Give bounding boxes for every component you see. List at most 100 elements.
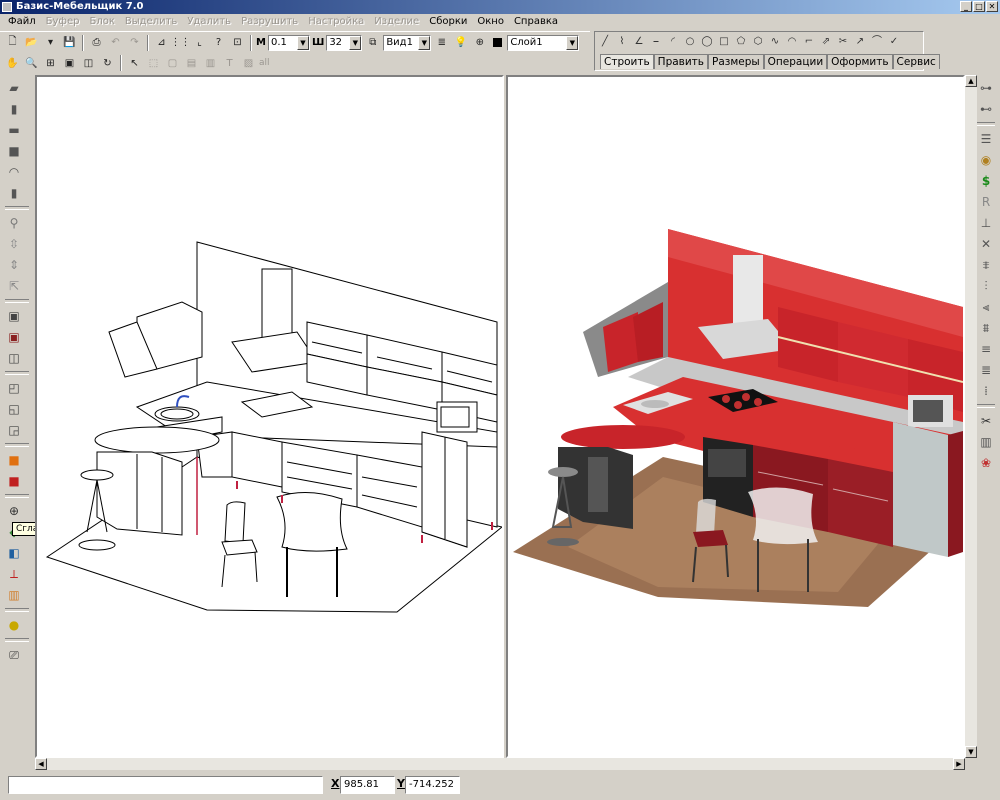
snap-icon[interactable]: ⊿: [153, 34, 170, 51]
box-icon[interactable]: ◫: [4, 348, 24, 368]
menu-product[interactable]: Изделие: [369, 14, 424, 30]
menu-window[interactable]: Окно: [472, 14, 509, 30]
screw-icon[interactable]: ⚲: [4, 213, 24, 233]
tree-icon[interactable]: ⊷: [976, 99, 996, 119]
box-icon[interactable]: ◰: [4, 378, 24, 398]
horizontal-line-icon[interactable]: ⎯: [648, 34, 664, 50]
redraw-icon[interactable]: ↻: [99, 55, 116, 72]
redo-icon[interactable]: ↷: [126, 34, 143, 51]
menu-file[interactable]: Файл: [3, 14, 41, 30]
menu-buffer[interactable]: Буфер: [41, 14, 85, 30]
r-icon[interactable]: R: [976, 192, 996, 212]
layer-color-swatch[interactable]: [493, 38, 503, 47]
hexagon-icon[interactable]: ⬡: [750, 34, 766, 50]
cabinet-icon[interactable]: ▥: [976, 432, 996, 452]
dollar-icon[interactable]: $: [976, 171, 996, 191]
scroll-left-icon[interactable]: ◀: [35, 758, 47, 770]
extend-icon[interactable]: ↗: [852, 34, 868, 50]
vertical-scrollbar[interactable]: ▲ ▼: [965, 75, 977, 758]
box-icon[interactable]: ▣: [4, 327, 24, 347]
help-icon[interactable]: ?: [210, 34, 227, 51]
menu-help[interactable]: Справка: [509, 14, 563, 30]
view-combo[interactable]: Вид1 ▼: [383, 34, 432, 51]
select-type-icon[interactable]: ▥: [202, 55, 219, 72]
texture-icon[interactable]: ▥: [4, 585, 24, 605]
chevron-down-icon[interactable]: ▼: [349, 35, 362, 50]
tab-operations[interactable]: Операции: [763, 54, 828, 69]
curve-icon[interactable]: ∿: [767, 34, 783, 50]
check-icon[interactable]: ✓: [886, 34, 902, 50]
palette-icon[interactable]: ❀: [976, 453, 996, 473]
coins-icon[interactable]: ◉: [976, 150, 996, 170]
align-icon[interactable]: ⇕: [4, 255, 24, 275]
lamp-icon[interactable]: 💡: [452, 34, 469, 51]
hatch-icon[interactable]: ▨: [240, 55, 257, 72]
pattern-icon[interactable]: ⫷: [976, 297, 996, 317]
open-file-icon[interactable]: 📂: [23, 34, 40, 51]
close-button[interactable]: ✕: [986, 1, 998, 12]
select-all-text[interactable]: all: [259, 55, 270, 72]
undo-icon[interactable]: ↶: [107, 34, 124, 51]
box-icon[interactable]: ▣: [4, 306, 24, 326]
layer-combo[interactable]: Слой1 ▼: [507, 34, 580, 51]
circle-icon[interactable]: ○: [682, 34, 698, 50]
fillet-icon[interactable]: ◠: [784, 34, 800, 50]
panel-icon[interactable]: ▬: [4, 120, 24, 140]
view-icon[interactable]: ⧉: [364, 34, 381, 51]
tree-icon[interactable]: ⊶: [976, 78, 996, 98]
select-all-icon[interactable]: ▢: [164, 55, 181, 72]
minimize-button[interactable]: _: [960, 1, 972, 12]
pan-icon[interactable]: ✋: [4, 55, 21, 72]
ellipse-icon[interactable]: ◯: [699, 34, 715, 50]
select-window-icon[interactable]: ⬚: [145, 55, 162, 72]
m-value-combo[interactable]: 0.1 ▼: [267, 34, 310, 51]
box-icon[interactable]: ◲: [4, 420, 24, 440]
panel-icon[interactable]: ▰: [4, 78, 24, 98]
menu-block[interactable]: Блок: [84, 14, 119, 30]
wireframe-viewport[interactable]: [35, 75, 504, 758]
save-icon[interactable]: 💾: [61, 34, 78, 51]
tab-format[interactable]: Оформить: [827, 54, 893, 69]
maximize-button[interactable]: □: [973, 1, 985, 12]
select-arrow-icon[interactable]: ↖: [126, 55, 143, 72]
pattern-icon[interactable]: ⁞: [976, 381, 996, 401]
polygon-icon[interactable]: ⬠: [733, 34, 749, 50]
axis-icon[interactable]: ⟂: [4, 564, 24, 584]
w-value-combo[interactable]: 32 ▼: [326, 34, 363, 51]
zoom-all-icon[interactable]: ▣: [61, 55, 78, 72]
tab-dimensions[interactable]: Размеры: [707, 54, 764, 69]
tab-build[interactable]: Строить: [600, 54, 654, 69]
menu-explode[interactable]: Разрушить: [236, 14, 303, 30]
menu-select[interactable]: Выделить: [120, 14, 182, 30]
menu-assemblies[interactable]: Сборки: [424, 14, 472, 30]
zoom-icon[interactable]: 🔍: [23, 55, 40, 72]
panel-icon[interactable]: ▮: [4, 183, 24, 203]
text-tool-icon[interactable]: T: [221, 55, 238, 72]
measure-icon[interactable]: ⊡: [229, 34, 246, 51]
measure-icon[interactable]: ⊥: [976, 213, 996, 233]
bend-icon[interactable]: ◠: [4, 162, 24, 182]
box-icon[interactable]: ◱: [4, 399, 24, 419]
scroll-down-icon[interactable]: ▼: [965, 746, 977, 758]
align-icon[interactable]: ⇳: [4, 234, 24, 254]
panel-icon[interactable]: ▮: [4, 99, 24, 119]
offset-icon[interactable]: ⇗: [818, 34, 834, 50]
box-icon[interactable]: ◧: [4, 543, 24, 563]
pattern-icon[interactable]: ⫶: [976, 276, 996, 296]
dropdown-arrow-icon[interactable]: ▾: [42, 34, 59, 51]
trim-icon[interactable]: ✂: [835, 34, 851, 50]
grid-icon[interactable]: ⋮⋮: [171, 34, 191, 51]
lamp-icon[interactable]: ●: [4, 615, 24, 635]
menu-settings[interactable]: Настройка: [303, 14, 369, 30]
zoom-prev-icon[interactable]: ◫: [80, 55, 97, 72]
scissors-icon[interactable]: ✂: [976, 411, 996, 431]
polyline-icon[interactable]: ⌇: [614, 34, 630, 50]
scroll-up-icon[interactable]: ▲: [965, 75, 977, 87]
render-viewport[interactable]: [506, 75, 965, 758]
line-icon[interactable]: ╱: [597, 34, 613, 50]
menu-delete[interactable]: Удалить: [182, 14, 236, 30]
lock-icon[interactable]: ⊕: [471, 34, 488, 51]
chevron-down-icon[interactable]: ▼: [296, 35, 309, 50]
cut-icon[interactable]: ✕: [976, 234, 996, 254]
angle-icon[interactable]: ∠: [631, 34, 647, 50]
